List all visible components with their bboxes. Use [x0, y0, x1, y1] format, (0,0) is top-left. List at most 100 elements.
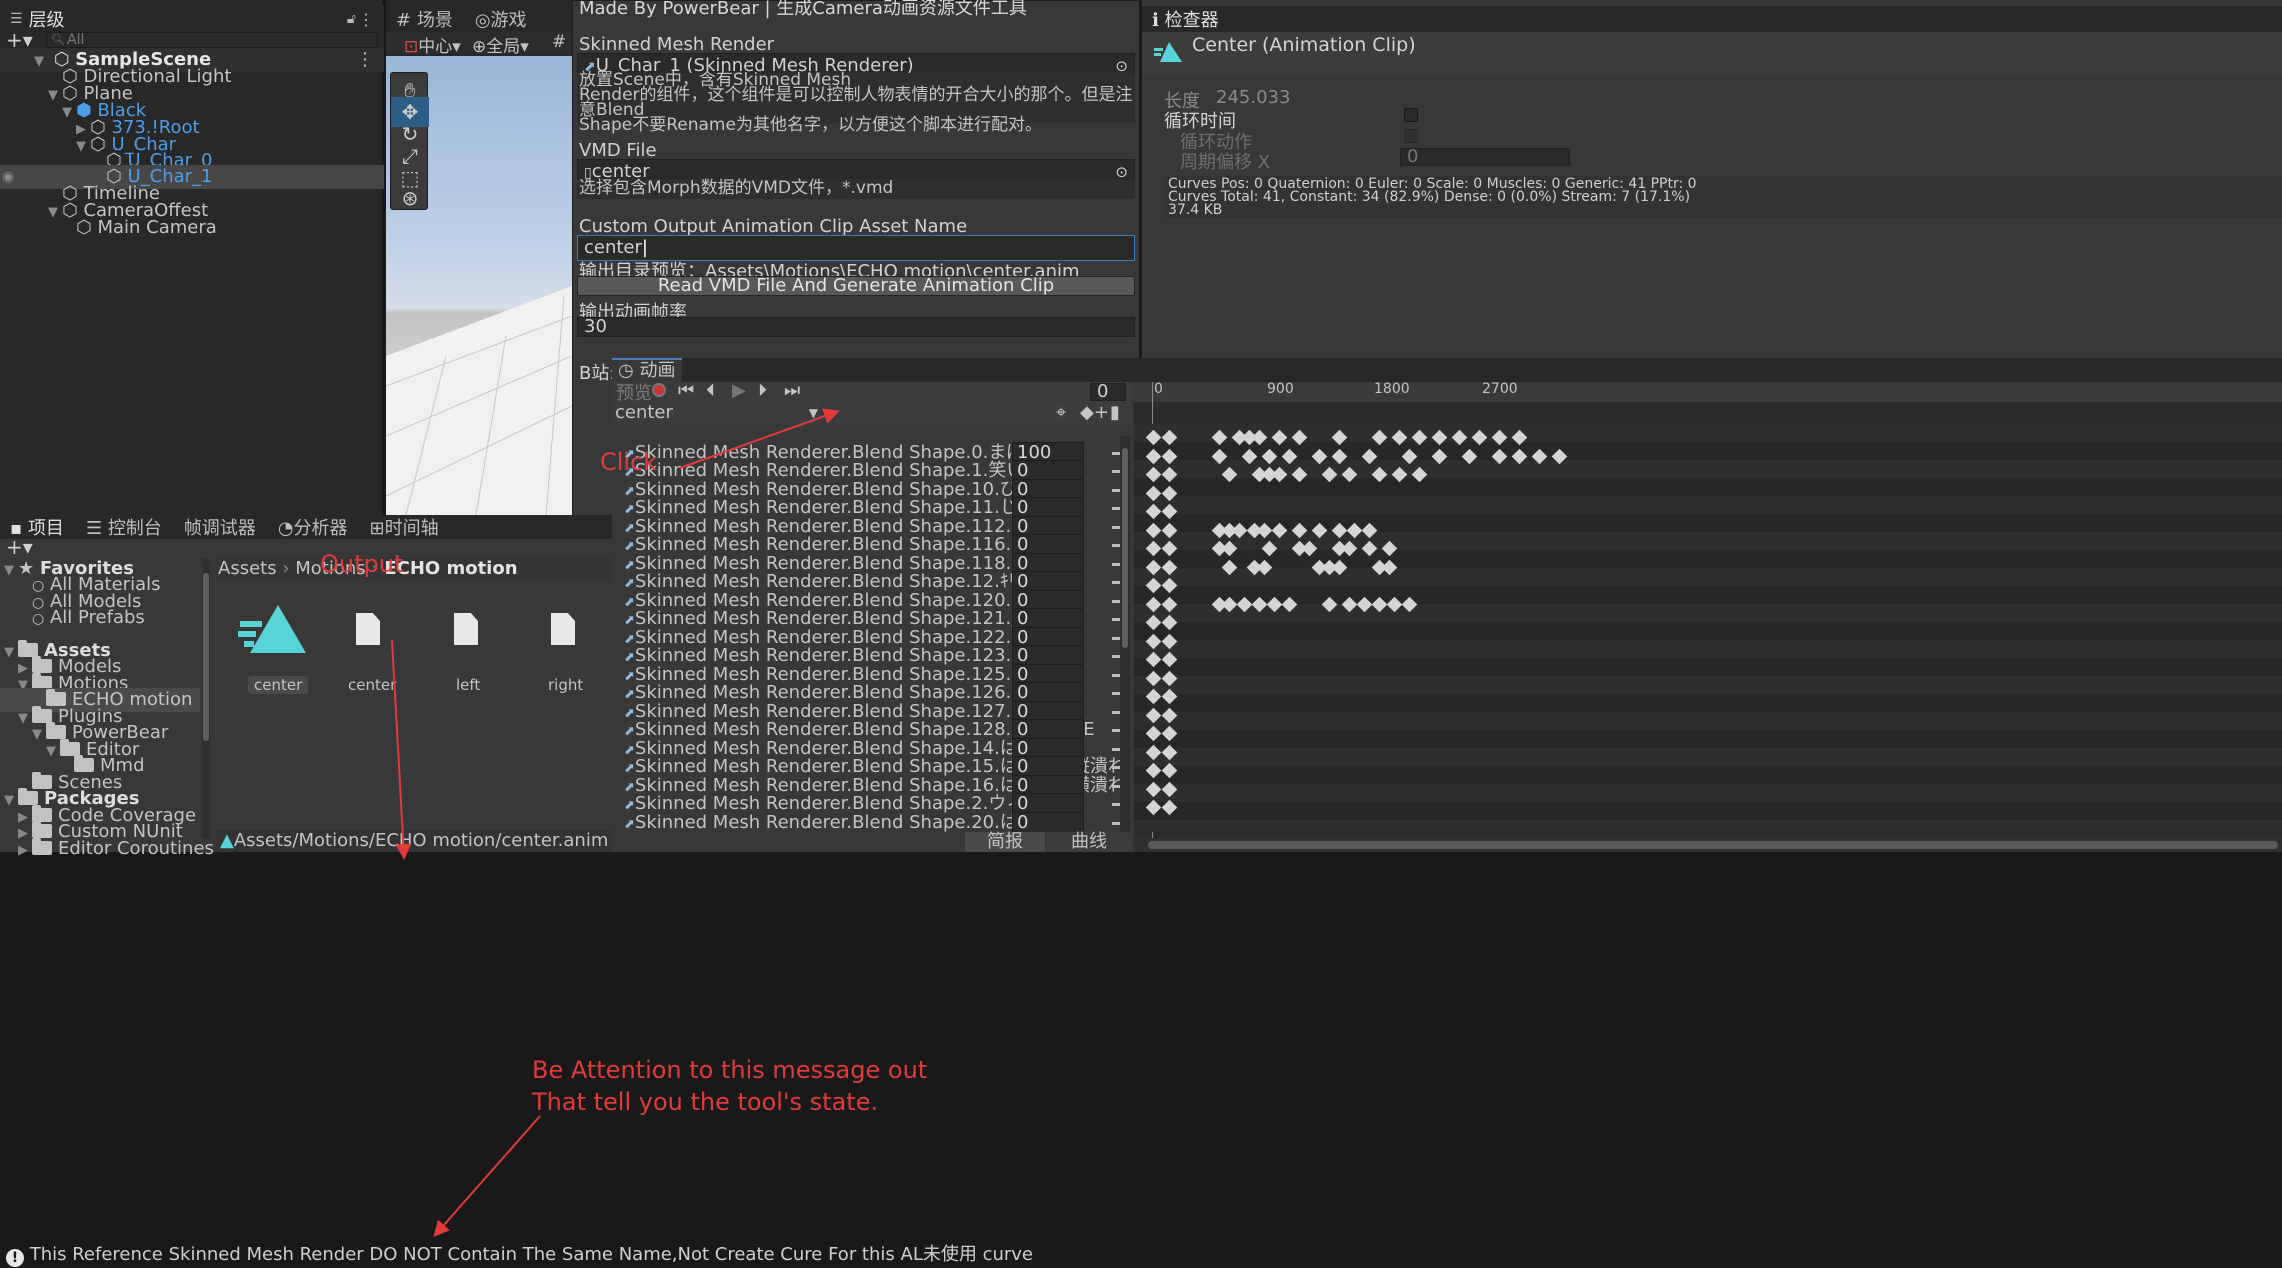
prev-key-icon[interactable]: ⏴: [706, 380, 715, 401]
breadcrumb-echo-motion[interactable]: ECHO motion: [384, 558, 517, 579]
annotation-attention-2: That tell you the tool's state.: [532, 1088, 879, 1116]
curves-button[interactable]: 曲线: [1046, 832, 1132, 852]
project-panel: ▪ 项目 ☰ 控制台 帧调试器 ◔分析器 ⊞时间轴 +▾ ▼ ★ Favorite…: [0, 515, 612, 859]
clock-icon: ◷: [618, 360, 634, 381]
animation-toolbar: 预览 ⏮ ⏴ ▶ ⏵ ⏭ 0: [612, 380, 1132, 404]
clip-toolbar-fill: ⌖ ◆+ ▮: [824, 402, 1132, 424]
length-value: 245.033: [1216, 87, 1291, 108]
generate-button[interactable]: Read VMD File And Generate Animation Cli…: [577, 276, 1135, 296]
folder-icon: [46, 722, 66, 739]
first-key-icon[interactable]: ⏮: [678, 380, 694, 401]
grid-snap-icon[interactable]: #: [552, 32, 566, 52]
timeline-scrollbar[interactable]: [1134, 838, 2282, 852]
scrollbar-thumb: [203, 573, 209, 741]
tab-profiler[interactable]: ◔分析器: [278, 514, 348, 540]
inspector-tabbar: ℹ 检查器: [1142, 6, 2282, 32]
timeline-ruler: [1134, 382, 2282, 402]
global-dropdown[interactable]: ⊕全局▾: [472, 32, 529, 57]
last-key-icon[interactable]: ⏭: [784, 380, 800, 401]
annotation-click: Click: [600, 448, 658, 476]
filter-key-icon[interactable]: ⌖: [1056, 402, 1066, 423]
asset-item[interactable]: left: [448, 613, 488, 695]
transform-tool-icon[interactable]: ⊛: [391, 183, 429, 213]
add-icon[interactable]: +▾: [6, 535, 33, 559]
skinned-help-box: 放置Scene中，含有Skinned Mesh Render的组件，这个组件是可…: [577, 72, 1135, 134]
status-bar[interactable]: ! This Reference Skinned Mesh Render DO …: [0, 1242, 2282, 1268]
scene-tabbar: # 场景 ◎游戏: [386, 6, 572, 32]
fps-input[interactable]: 30: [577, 317, 1135, 337]
asset-item[interactable]: center: [236, 603, 310, 694]
chevron-down-icon: ▼: [808, 406, 818, 420]
play-icon[interactable]: ▶: [732, 380, 746, 401]
folder-icon: [18, 788, 38, 805]
anim-clip-icon: ▲: [220, 830, 234, 851]
tree-all-prefabs[interactable]: ○ All Prefabs: [0, 606, 145, 630]
clip-selector[interactable]: center ▼: [612, 402, 822, 424]
file-icon: [454, 613, 478, 645]
annotation-output: Output: [320, 550, 404, 578]
property-list-scrollbar[interactable]: [1120, 436, 1130, 832]
property-row[interactable]: ⬈Skinned Mesh Renderer.Blend Shape.20.はぁ…: [624, 810, 1134, 832]
search-icon: ○: [32, 611, 45, 627]
scrollbar-thumb: [1148, 841, 2278, 849]
list-icon: ☰: [10, 11, 23, 27]
record-icon[interactable]: [652, 383, 666, 397]
scrollbar-thumb: [1122, 448, 1128, 648]
add-keyframe-icon[interactable]: ◆+: [1080, 402, 1109, 423]
menu-icon[interactable]: ⋮: [358, 10, 374, 29]
tick-label-900: 900: [1267, 382, 1294, 397]
scene-tools-palette: ✋︎ ✥ ↻ ⤢ ⬚ ⊛: [390, 72, 429, 213]
animation-panel: ◷ 动画 预览 ⏮ ⏴ ▶ ⏵ ⏭ 0 center ▼ ⌖ ◆+ ▮ ⬈Ski…: [612, 358, 2282, 852]
asset-item[interactable]: right: [546, 613, 586, 695]
folder-icon: [46, 689, 66, 706]
project-tree-scrollbar[interactable]: [202, 559, 210, 839]
lock-icon[interactable]: 🔓︎: [347, 11, 356, 27]
loop-time-checkbox[interactable]: [1404, 108, 1418, 122]
hierarchy-search-input[interactable]: 🔍︎ All: [46, 32, 378, 48]
search-icon: 🔍︎: [51, 33, 65, 46]
tab-console[interactable]: ☰ 控制台: [86, 514, 162, 540]
file-icon: [551, 613, 575, 645]
vmd-help-box: 选择包含Morph数据的VMD文件，*.vmd: [577, 179, 1135, 199]
asset-item[interactable]: center: [344, 613, 396, 695]
cycle-offset-input[interactable]: 0: [1400, 148, 1570, 166]
gameobject-icon: ⬡: [76, 217, 92, 238]
inspector-title: Center (Animation Clip): [1192, 34, 1416, 56]
file-icon: [356, 613, 380, 645]
tab-hierarchy[interactable]: 层级: [29, 6, 65, 32]
anim-clip-icon: [238, 605, 306, 653]
scene-panel: # 场景 ◎游戏 ⊡中心▾ ⊕全局▾ # ✋︎ ✥ ↻ ⤢ ⬚ ⊛: [386, 0, 572, 515]
status-message: This Reference Skinned Mesh Render DO NO…: [29, 1244, 1033, 1265]
tab-scene[interactable]: # 场景: [396, 6, 453, 32]
menu-icon[interactable]: ⋮: [356, 48, 374, 72]
warning-icon: !: [6, 1249, 24, 1267]
timeline-area[interactable]: 0 900 1800 2700: [1134, 382, 2282, 852]
console-icon: ☰: [85, 518, 103, 539]
hierarchy-item-main-camera[interactable]: ⬡ Main Camera: [0, 216, 217, 240]
anim-clip-header: Center (Animation Clip): [1142, 32, 2282, 76]
pivot-dropdown[interactable]: ⊡中心▾: [404, 32, 461, 57]
tab-timeline[interactable]: ⊞时间轴: [370, 514, 439, 540]
tab-frame-debugger[interactable]: 帧调试器: [184, 514, 256, 540]
breadcrumb-assets[interactable]: Assets: [218, 558, 277, 579]
hierarchy-tabbar: ☰ 层级 🔓︎ ⋮: [0, 6, 384, 32]
annotation-attention-1: Be Attention to this message out: [532, 1056, 928, 1084]
tick-label-1800: 1800: [1374, 382, 1410, 397]
clip-stats-box: Curves Pos: 0 Quaternion: 0 Euler: 0 Sca…: [1164, 176, 2282, 218]
breadcrumb: Assets › Motions › ECHO motion: [216, 557, 612, 581]
dopesheet-button[interactable]: 简报: [965, 832, 1045, 852]
add-event-icon[interactable]: ▮: [1110, 402, 1120, 423]
tab-inspector[interactable]: ℹ 检查器: [1152, 6, 1219, 32]
grid-icon: #: [396, 10, 412, 31]
frame-input[interactable]: 0: [1090, 383, 1126, 401]
tab-game[interactable]: ◎游戏: [475, 6, 527, 32]
folder-icon: [32, 821, 52, 838]
anim-clip-icon: [1154, 42, 1182, 62]
tree-editor-coroutines[interactable]: ▶ Editor Coroutines: [0, 837, 214, 861]
folder-icon: [32, 838, 52, 855]
loop-pose-checkbox[interactable]: [1404, 129, 1418, 143]
dopesheet-rows: [1134, 424, 2282, 832]
project-tabbar: ▪ 项目 ☰ 控制台 帧调试器 ◔分析器 ⊞时间轴: [0, 515, 612, 539]
next-key-icon[interactable]: ⏵: [758, 380, 767, 401]
pivot-icon: ⊡: [404, 37, 419, 57]
